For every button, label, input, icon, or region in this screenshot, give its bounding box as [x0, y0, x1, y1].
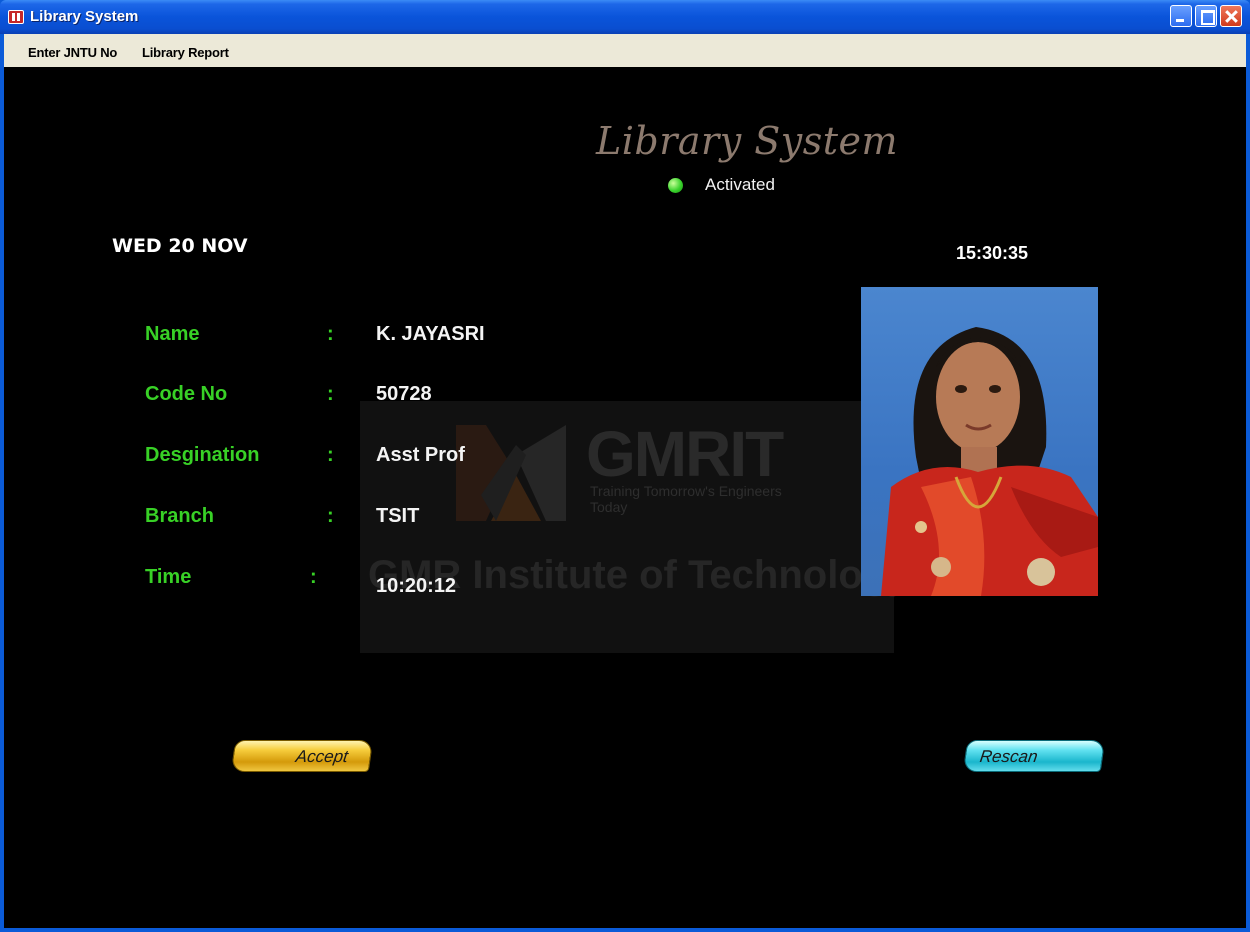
branch-label: Branch — [145, 505, 214, 527]
close-button[interactable] — [1220, 5, 1242, 27]
accept-button[interactable]: Accept — [230, 740, 374, 772]
time-label: Time — [145, 566, 192, 588]
name-value: K. JAYASRI — [376, 323, 485, 345]
watermark-tagline: Training Tomorrow's Engineers Today — [590, 483, 782, 515]
app-heading: Library System — [596, 119, 899, 163]
maximize-button[interactable] — [1195, 5, 1217, 27]
code-no-label: Code No — [145, 383, 228, 405]
title-bar[interactable]: Library System — [0, 0, 1250, 34]
accept-button-label: Accept — [294, 747, 350, 766]
status-text: Activated — [705, 175, 775, 194]
time-value: 10:20:12 — [376, 575, 457, 597]
menu-enter-jntu-no[interactable]: Enter JNTU No — [28, 45, 117, 60]
code-no-colon: : — [327, 383, 334, 405]
code-no-value: 50728 — [376, 383, 432, 405]
designation-value: Asst Prof — [376, 444, 465, 466]
library-app-icon — [8, 10, 24, 24]
branch-value: TSIT — [376, 505, 420, 527]
rescan-button-label: Rescan — [978, 747, 1039, 766]
watermark-brand: GMRIT — [586, 418, 784, 490]
menu-bar: Enter JNTU No Library Report — [4, 34, 1246, 67]
person-portrait-icon — [881, 327, 1098, 596]
designation-colon: : — [327, 444, 334, 466]
date-display: WED 20 NOV — [112, 235, 248, 257]
rescan-button[interactable]: Rescan — [962, 740, 1106, 772]
app-window: Library System Enter JNTU No Library Rep… — [0, 0, 1250, 932]
college-watermark: GMRIT Training Tomorrow's Engineers Toda… — [360, 401, 909, 653]
clock-display: 15:30:35 — [956, 243, 1029, 263]
menu-library-report[interactable]: Library Report — [142, 45, 229, 60]
window-title: Library System — [30, 8, 139, 25]
member-photo — [861, 287, 1098, 596]
name-label: Name — [145, 323, 200, 345]
status-indicator-icon — [668, 178, 683, 193]
main-panel: GMRIT Training Tomorrow's Engineers Toda… — [4, 67, 1246, 928]
time-colon: : — [310, 566, 317, 588]
minimize-button[interactable] — [1170, 5, 1192, 27]
designation-label: Desgination — [145, 444, 260, 466]
name-colon: : — [327, 323, 334, 345]
branch-colon: : — [327, 505, 334, 527]
college-logo-icon — [456, 425, 566, 521]
